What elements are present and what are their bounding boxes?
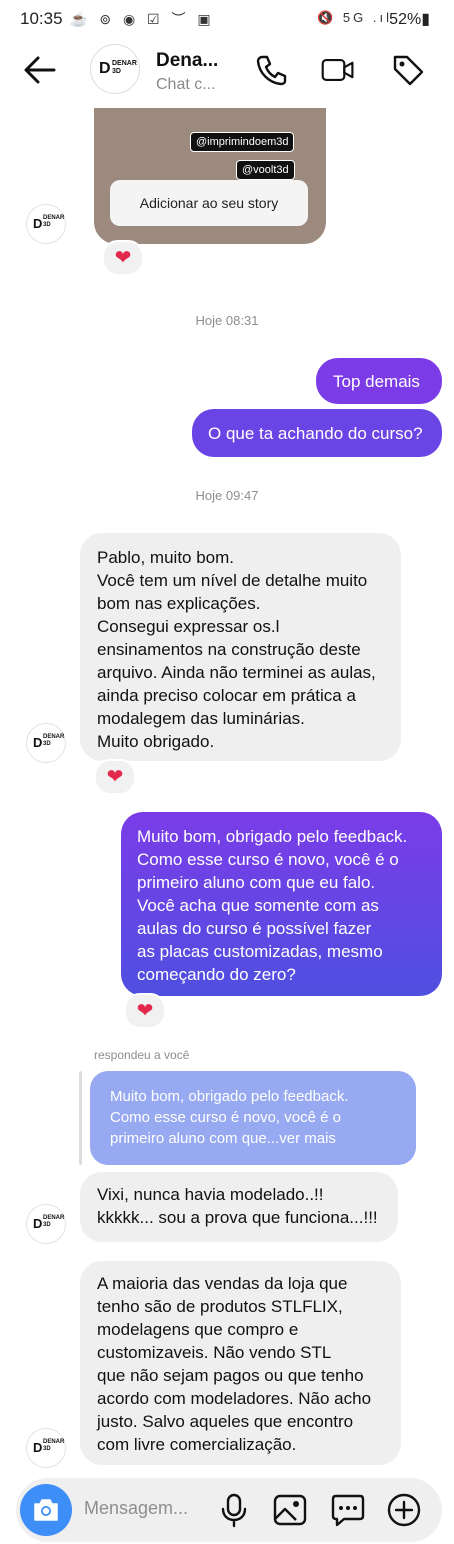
incoming-message[interactable]: A maioria das vendas da loja que tenho s… xyxy=(80,1261,401,1465)
message-composer: Mensagem... xyxy=(16,1478,442,1542)
avatar-text: DENAR 3D xyxy=(112,60,137,76)
add-to-story-button[interactable]: Adicionar ao seu story xyxy=(110,180,308,226)
microphone-icon[interactable] xyxy=(216,1492,252,1528)
avatar-text-line2: 3D xyxy=(43,1222,51,1228)
avatar-text: DENAR 3D xyxy=(43,215,64,229)
signal-icons: 🔇 5G .ıl xyxy=(317,10,392,25)
avatar-text: DENAR 3D xyxy=(43,1215,64,1229)
message-text: A maioria das vendas da loja que tenho s… xyxy=(97,1274,372,1454)
status-bar: 10:35 ☕ ⊚ ◉ ☑ ︶ ▣ 🔇 5G .ıl 52%▮ xyxy=(0,0,454,38)
avatar-initial: D xyxy=(33,1440,43,1455)
video-icon[interactable] xyxy=(320,52,356,88)
incoming-message[interactable]: Vixi, nunca havia modelado..!! kkkkk... … xyxy=(80,1172,398,1242)
message-text: Pablo, muito bom. Você tem um nível de d… xyxy=(97,548,376,751)
avatar-text-line2: 3D xyxy=(112,68,121,75)
contact-avatar[interactable]: D DENAR 3D xyxy=(90,44,140,94)
message-text: Muito bom, obrigado pelo feedback. Como … xyxy=(137,827,408,984)
heart-reaction[interactable]: ❤ xyxy=(102,240,144,276)
status-time: 10:35 xyxy=(20,9,63,28)
message-text: Vixi, nunca havia modelado..!! kkkkk... … xyxy=(97,1185,378,1227)
camera-icon xyxy=(34,1499,58,1521)
avatar-text-line1: DENAR xyxy=(43,734,65,740)
outgoing-message[interactable]: Muito bom, obrigado pelo feedback. Como … xyxy=(121,812,442,996)
avatar-text-line1: DENAR xyxy=(43,1439,65,1445)
image-icon[interactable] xyxy=(272,1492,308,1528)
notification-icons: ☕ ⊚ ◉ ☑ ︶ ▣ xyxy=(70,11,215,27)
arrow-left-icon[interactable] xyxy=(20,50,60,90)
outgoing-message[interactable]: O que ta achando do curso? xyxy=(192,409,442,457)
sender-avatar[interactable]: D DENAR 3D xyxy=(26,1204,66,1244)
avatar-text-line2: 3D xyxy=(43,222,51,228)
chat-sticker-icon[interactable] xyxy=(330,1492,366,1528)
battery-indicator: 52%▮ xyxy=(389,11,430,28)
avatar-initial: D xyxy=(33,1216,43,1231)
avatar-text-line1: DENAR xyxy=(43,215,65,221)
quote-bar xyxy=(79,1071,82,1165)
camera-button[interactable] xyxy=(20,1484,72,1536)
incoming-message[interactable]: Pablo, muito bom. Você tem um nível de d… xyxy=(80,533,401,761)
avatar-initial: D xyxy=(99,60,111,77)
phone-icon[interactable] xyxy=(254,52,290,88)
avatar-text-line2: 3D xyxy=(43,741,51,747)
avatar-text-line1: DENAR xyxy=(43,1215,65,1221)
avatar-initial: D xyxy=(33,216,43,231)
message-timestamp: Hoje 09:47 xyxy=(195,488,259,503)
avatar-text: DENAR 3D xyxy=(43,734,64,748)
message-timestamp: Hoje 08:31 xyxy=(195,313,259,328)
shared-story-card[interactable]: @imprimindoem3d @voolt3d Adicionar ao se… xyxy=(94,108,326,244)
avatar-text-line2: 3D xyxy=(43,1446,51,1452)
avatar-text: DENAR 3D xyxy=(43,1439,64,1453)
tag-icon[interactable] xyxy=(390,52,426,88)
contact-subtitle[interactable]: Chat c... xyxy=(156,76,216,94)
sender-avatar[interactable]: D DENAR 3D xyxy=(26,1428,66,1468)
replied-to-you-label: respondeu a você xyxy=(94,1048,190,1062)
story-mention-tag: @voolt3d xyxy=(236,160,295,180)
message-text: Top demais xyxy=(333,372,420,391)
avatar-text-line1: DENAR xyxy=(112,60,137,67)
chat-header: D DENAR 3D Dena... Chat c... xyxy=(0,38,454,108)
story-mention-tag: @imprimindoem3d xyxy=(190,132,295,152)
message-input[interactable]: Mensagem... xyxy=(84,1498,188,1519)
quoted-message[interactable]: Muito bom, obrigado pelo feedback. Como … xyxy=(90,1071,416,1165)
sender-avatar[interactable]: D DENAR 3D xyxy=(26,204,66,244)
heart-reaction[interactable]: ❤ xyxy=(124,993,166,1029)
contact-name[interactable]: Dena... xyxy=(156,50,218,72)
message-text: O que ta achando do curso? xyxy=(208,424,423,443)
sender-avatar[interactable]: D DENAR 3D xyxy=(26,723,66,763)
quoted-text: Muito bom, obrigado pelo feedback. Como … xyxy=(110,1088,349,1147)
avatar-initial: D xyxy=(33,735,43,750)
plus-circle-icon[interactable] xyxy=(386,1492,422,1528)
heart-reaction[interactable]: ❤ xyxy=(94,759,136,795)
outgoing-message[interactable]: Top demais xyxy=(316,358,442,404)
